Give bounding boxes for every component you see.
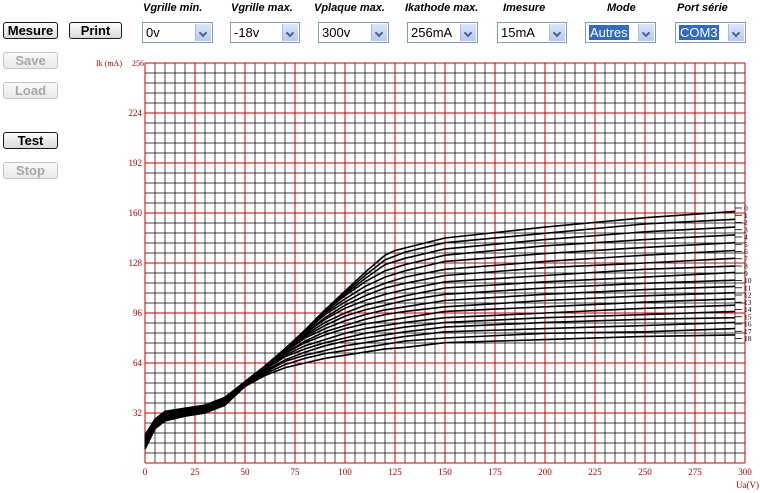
curve-series bbox=[144, 298, 736, 445]
curve-series bbox=[144, 321, 736, 448]
y-tick-label: 224 bbox=[129, 108, 143, 118]
x-tick-label: 275 bbox=[688, 467, 702, 477]
curve-series bbox=[144, 257, 736, 441]
curve-series bbox=[144, 291, 736, 445]
x-tick-label: 150 bbox=[438, 467, 452, 477]
x-tick-label: 75 bbox=[291, 467, 301, 477]
x-tick-label: 25 bbox=[191, 467, 201, 477]
x-tick-label: 125 bbox=[388, 467, 402, 477]
x-tick-label: 250 bbox=[638, 467, 652, 477]
tick-labels: 0 25 50 75 100 125 150 175 200 225 250 275 300 32 64 96… bbox=[129, 59, 753, 477]
curve-series bbox=[144, 304, 736, 447]
y-tick-label: 64 bbox=[133, 358, 143, 368]
y-tick-label: 128 bbox=[129, 258, 143, 268]
x-tick-label: 0 bbox=[143, 467, 148, 477]
x-axis-label: Ua(V) bbox=[736, 480, 759, 490]
y-axis-label: Ik (mA) bbox=[96, 59, 122, 68]
y-tick-label: 160 bbox=[129, 208, 143, 218]
y-tick-label: 192 bbox=[129, 158, 143, 168]
x-tick-label: 300 bbox=[738, 467, 752, 477]
curve-series bbox=[144, 241, 736, 439]
x-tick-label: 200 bbox=[538, 467, 552, 477]
curve-series bbox=[144, 249, 736, 441]
curve-series bbox=[144, 327, 736, 450]
curve-series bbox=[144, 285, 736, 444]
characteristic-curves-chart: 0 25 50 75 100 125 150 175 200 225 250 275 300 32 64 96… bbox=[96, 59, 759, 490]
y-tick-label: 256 bbox=[132, 59, 144, 68]
series-label: 18 bbox=[744, 334, 752, 343]
y-tick-label: 96 bbox=[133, 308, 143, 318]
curve-series bbox=[144, 271, 736, 442]
x-tick-label: 50 bbox=[241, 467, 251, 477]
x-tick-label: 175 bbox=[488, 467, 502, 477]
curve-series bbox=[144, 265, 736, 442]
x-tick-label: 100 bbox=[338, 467, 352, 477]
curve-series bbox=[144, 279, 736, 444]
y-tick-label: 32 bbox=[133, 408, 142, 418]
x-tick-label: 225 bbox=[588, 467, 602, 477]
